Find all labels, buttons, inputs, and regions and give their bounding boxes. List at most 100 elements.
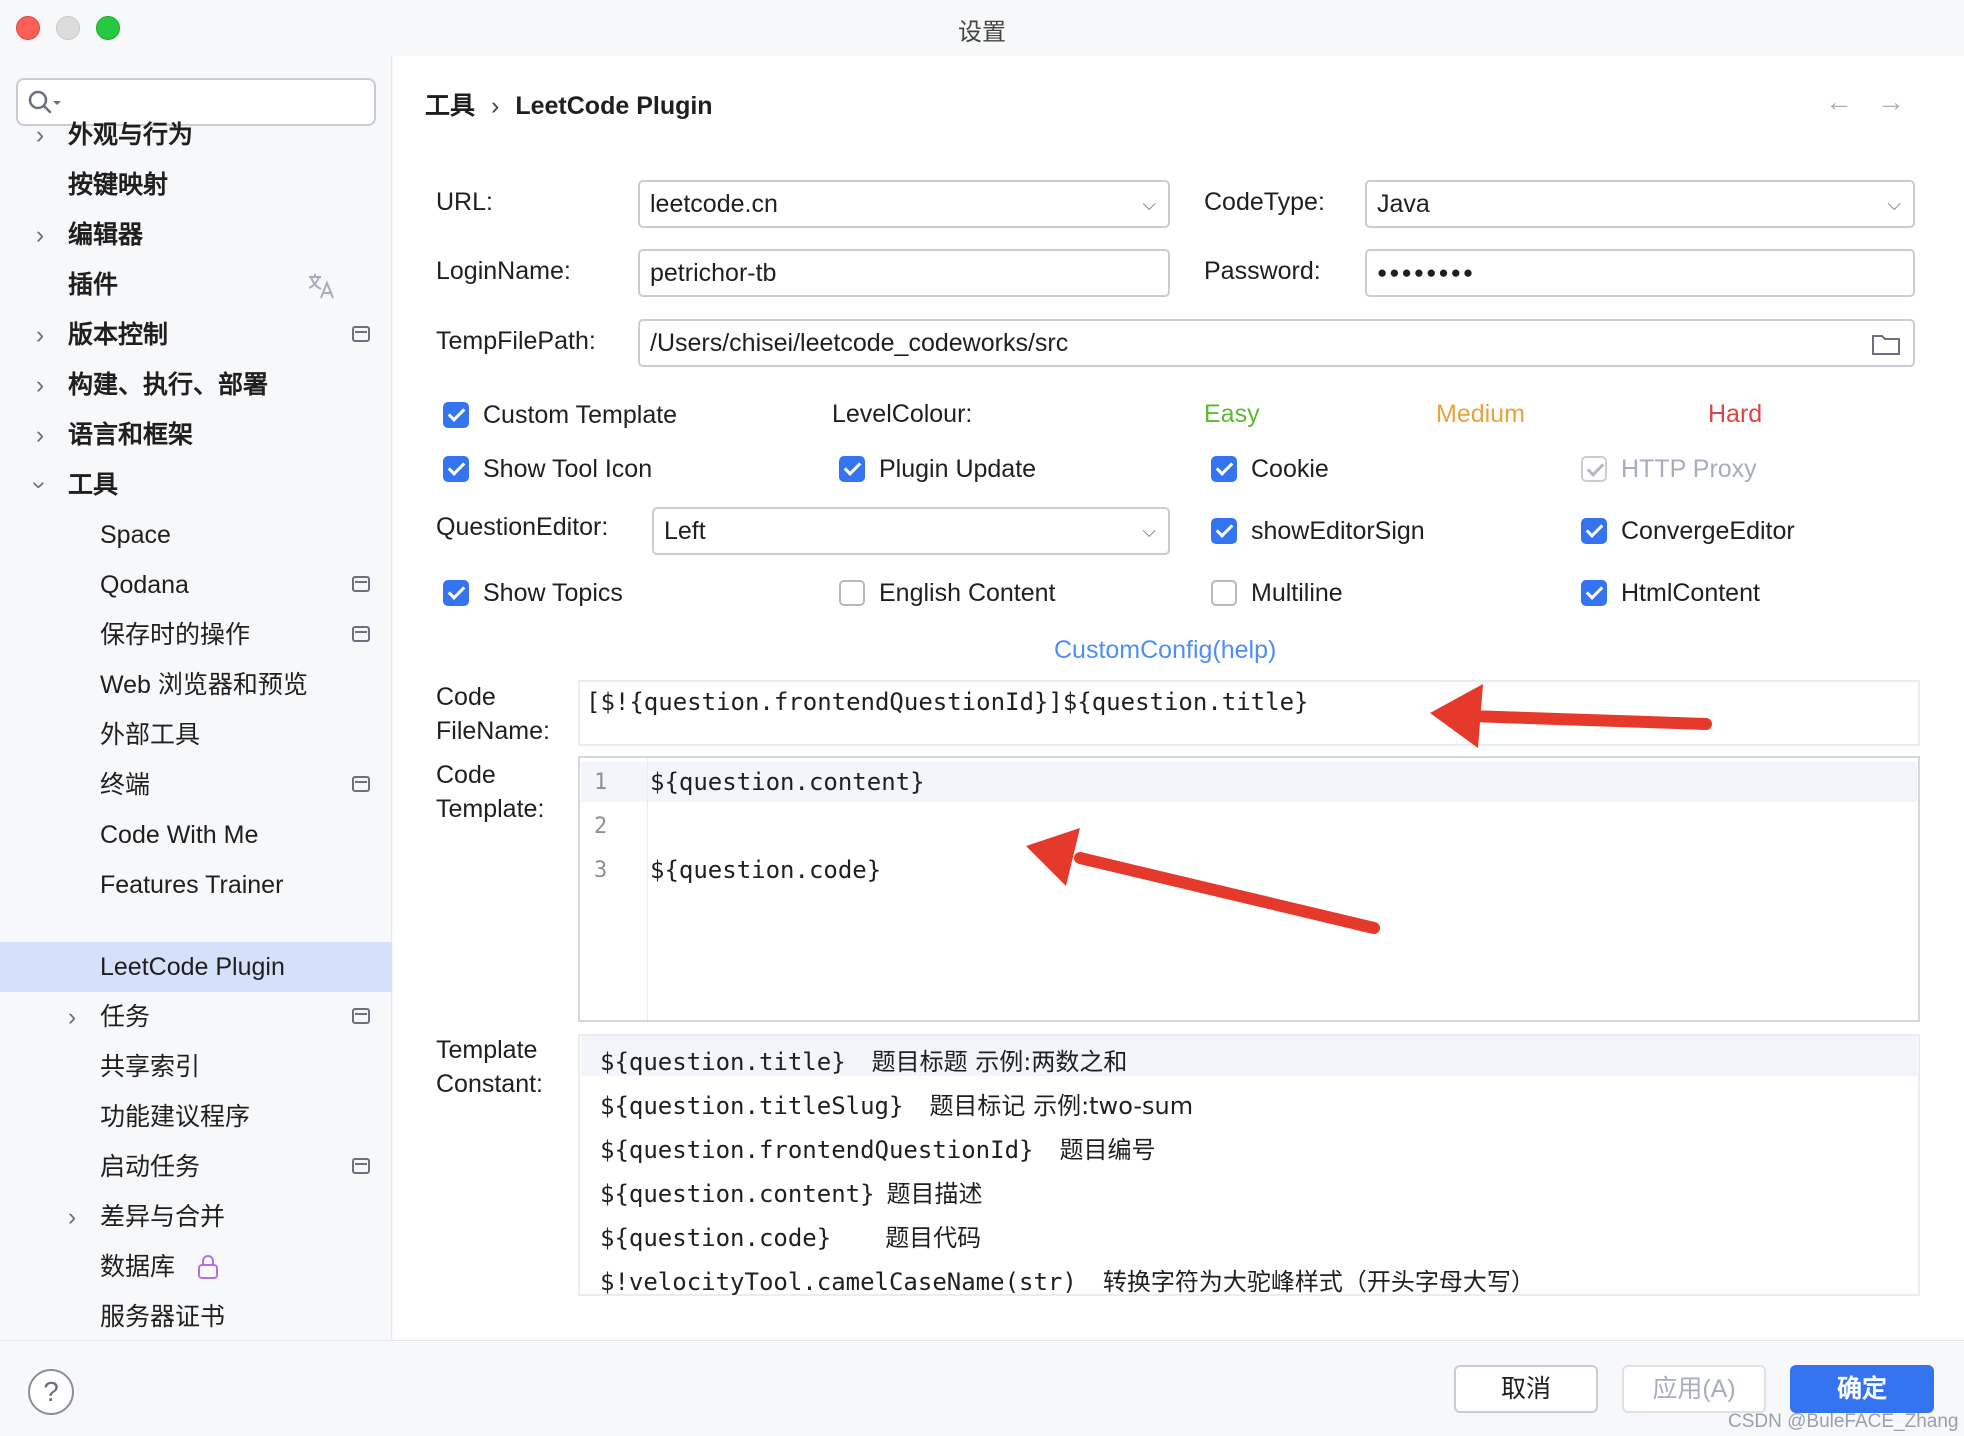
code-filename-label: Code FileName: <box>436 680 550 748</box>
url-value: leetcode.cn <box>650 190 778 218</box>
apply-button[interactable]: 应用(A) <box>1622 1365 1766 1413</box>
sidebar-item-feature-suggester[interactable]: 功能建议程序 <box>0 1092 392 1142</box>
sidebar-item-server-certificates[interactable]: 服务器证书 <box>0 1292 392 1342</box>
tempfilepath-field[interactable]: /Users/chisei/leetcode_codeworks/src <box>638 319 1915 367</box>
sidebar-item-external-tools[interactable]: 外部工具 <box>0 710 392 760</box>
sidebar-item-actions-on-save[interactable]: 保存时的操作 <box>0 610 392 660</box>
sidebar-item-web-browsers[interactable]: Web 浏览器和预览 <box>0 660 392 710</box>
codetype-select[interactable]: Java ⌵ <box>1365 180 1915 228</box>
questioneditor-select[interactable]: Left ⌵ <box>652 507 1170 555</box>
sidebar-item-space[interactable]: Space <box>0 510 392 560</box>
project-level-icon <box>352 776 370 792</box>
sidebar-item-plugins[interactable]: 插件 <box>0 260 392 310</box>
code-template-label: Code Template: <box>436 758 544 826</box>
checkbox-label: Show Tool Icon <box>483 455 653 483</box>
list-item: ${question.code} 题目代码 <box>600 1218 981 1253</box>
checkbox-label: HTTP Proxy <box>1621 455 1757 483</box>
label-line: Code <box>436 683 496 711</box>
title-bar: 设置 <box>0 0 1964 56</box>
questioneditor-label: QuestionEditor: <box>436 513 609 541</box>
checkbox-label: Custom Template <box>483 401 678 429</box>
checkbox-checked-icon <box>1581 580 1607 606</box>
label-line: Code <box>436 761 496 789</box>
breadcrumb-current: LeetCode Plugin <box>515 92 713 120</box>
forward-arrow-icon[interactable]: → <box>1877 86 1905 118</box>
sidebar-item-terminal[interactable]: 终端 <box>0 760 392 810</box>
sidebar-item-tasks[interactable]: › 任务 <box>0 992 392 1042</box>
breadcrumb-parent[interactable]: 工具 <box>425 92 475 120</box>
password-field[interactable]: ●●●●●●●● <box>1365 249 1915 297</box>
sidebar-item-features-trainer[interactable]: Features Trainer <box>0 860 392 910</box>
sidebar-item-tools[interactable]: › 工具 <box>0 460 392 510</box>
sidebar-item-label: Space <box>100 521 171 549</box>
sidebar-item-code-with-me[interactable]: Code With Me <box>0 810 392 860</box>
loginname-field[interactable]: petrichor-tb <box>638 249 1170 297</box>
constant-name: ${question.title} <box>600 1048 846 1076</box>
url-select[interactable]: leetcode.cn ⌵ <box>638 180 1170 228</box>
password-label: Password: <box>1204 257 1321 285</box>
chevron-right-icon: › <box>35 321 45 349</box>
sidebar-item-diff-merge[interactable]: › 差异与合并 <box>0 1192 392 1242</box>
sidebar-item-build[interactable]: › 构建、执行、部署 <box>0 360 392 410</box>
sidebar-item-database[interactable]: 数据库 <box>0 1242 392 1292</box>
levelcolour-label: LevelColour: <box>832 400 973 428</box>
line-number: 2 <box>594 814 608 839</box>
chevron-right-icon: › <box>35 221 45 249</box>
sidebar-item-label: 版本控制 <box>68 321 169 349</box>
checkbox-checked-icon <box>1211 518 1237 544</box>
sidebar-item-startup-tasks[interactable]: 启动任务 <box>0 1142 392 1192</box>
level-easy-color[interactable]: Easy <box>1204 400 1260 429</box>
code-filename-field[interactable]: [$!{question.frontendQuestionId}]${quest… <box>578 680 1920 746</box>
back-arrow-icon[interactable]: ← <box>1825 86 1853 118</box>
help-button[interactable]: ? <box>28 1369 74 1415</box>
constant-description: 题目描述 <box>886 1180 983 1208</box>
label-line: FileName: <box>436 717 550 745</box>
sidebar-item-label: 外部工具 <box>100 721 201 749</box>
ok-button[interactable]: 确定 <box>1790 1365 1934 1413</box>
sidebar-item-languages[interactable]: › 语言和框架 <box>0 410 392 460</box>
chevron-right-icon: › <box>35 121 45 149</box>
questioneditor-value: Left <box>664 517 706 545</box>
constant-description: 转换字符为大驼峰样式（开头字母大写） <box>1102 1268 1535 1296</box>
sidebar-item-label: 编辑器 <box>68 221 144 249</box>
label-line: Template <box>436 1036 538 1064</box>
sidebar-item-appearance[interactable]: › 外观与行为 <box>0 110 392 160</box>
checkbox-unchecked-icon <box>1211 580 1237 606</box>
sidebar-item-keymap[interactable]: 按键映射 <box>0 160 392 210</box>
sidebar-item-editor[interactable]: › 编辑器 <box>0 210 392 260</box>
list-item: ${question.content} 题目描述 <box>600 1174 983 1209</box>
settings-sidebar: › 外观与行为 按键映射 › 编辑器 插件 › 版本控制 › 构建、执行、部署 … <box>0 56 392 1340</box>
list-item: ${question.titleSlug} 题目标记 示例:two-sum <box>600 1086 1193 1121</box>
tempfilepath-value: /Users/chisei/leetcode_codeworks/src <box>650 329 1069 357</box>
sidebar-item-label: 服务器证书 <box>100 1303 226 1331</box>
sidebar-item-label: 终端 <box>100 771 151 799</box>
customconfig-help-link[interactable]: CustomConfig(help) <box>1054 636 1276 665</box>
checkbox-label: Show Topics <box>483 579 623 607</box>
sidebar-item-label: 功能建议程序 <box>100 1103 251 1131</box>
template-constants-list[interactable]: ${question.title} 题目标题 示例:两数之和 ${question… <box>578 1034 1920 1296</box>
sidebar-item-label: Qodana <box>100 571 189 599</box>
checkbox-checked-icon <box>1581 518 1607 544</box>
checkbox-label: Cookie <box>1251 455 1329 483</box>
level-medium-color[interactable]: Medium <box>1436 400 1525 429</box>
checkbox-unchecked-icon <box>839 580 865 606</box>
checkbox-label: English Content <box>879 579 1056 607</box>
sidebar-item-label: 按键映射 <box>68 171 169 199</box>
sidebar-item-qodana[interactable]: Qodana <box>0 560 392 610</box>
sidebar-item-label: 外观与行为 <box>68 121 194 149</box>
constant-name: ${question.code} <box>600 1224 832 1252</box>
sidebar-item-leetcode-plugin[interactable]: LeetCode Plugin <box>0 942 392 992</box>
chevron-down-icon: ⌵ <box>1142 194 1156 214</box>
line-number: 1 <box>594 770 608 795</box>
code-template-editor[interactable]: 1 2 3 ${question.content} ${question.cod… <box>578 756 1920 1022</box>
sidebar-item-vcs[interactable]: › 版本控制 <box>0 310 392 360</box>
sidebar-item-shared-indexes[interactable]: 共享索引 <box>0 1042 392 1092</box>
project-level-icon <box>352 626 370 642</box>
chevron-right-icon: › <box>67 1003 77 1031</box>
cancel-button[interactable]: 取消 <box>1454 1365 1598 1413</box>
line-number: 3 <box>594 858 608 883</box>
level-hard-color[interactable]: Hard <box>1708 400 1762 429</box>
label-line: Template: <box>436 795 545 823</box>
folder-icon[interactable] <box>1871 332 1901 356</box>
chevron-down-icon: › <box>26 480 54 490</box>
